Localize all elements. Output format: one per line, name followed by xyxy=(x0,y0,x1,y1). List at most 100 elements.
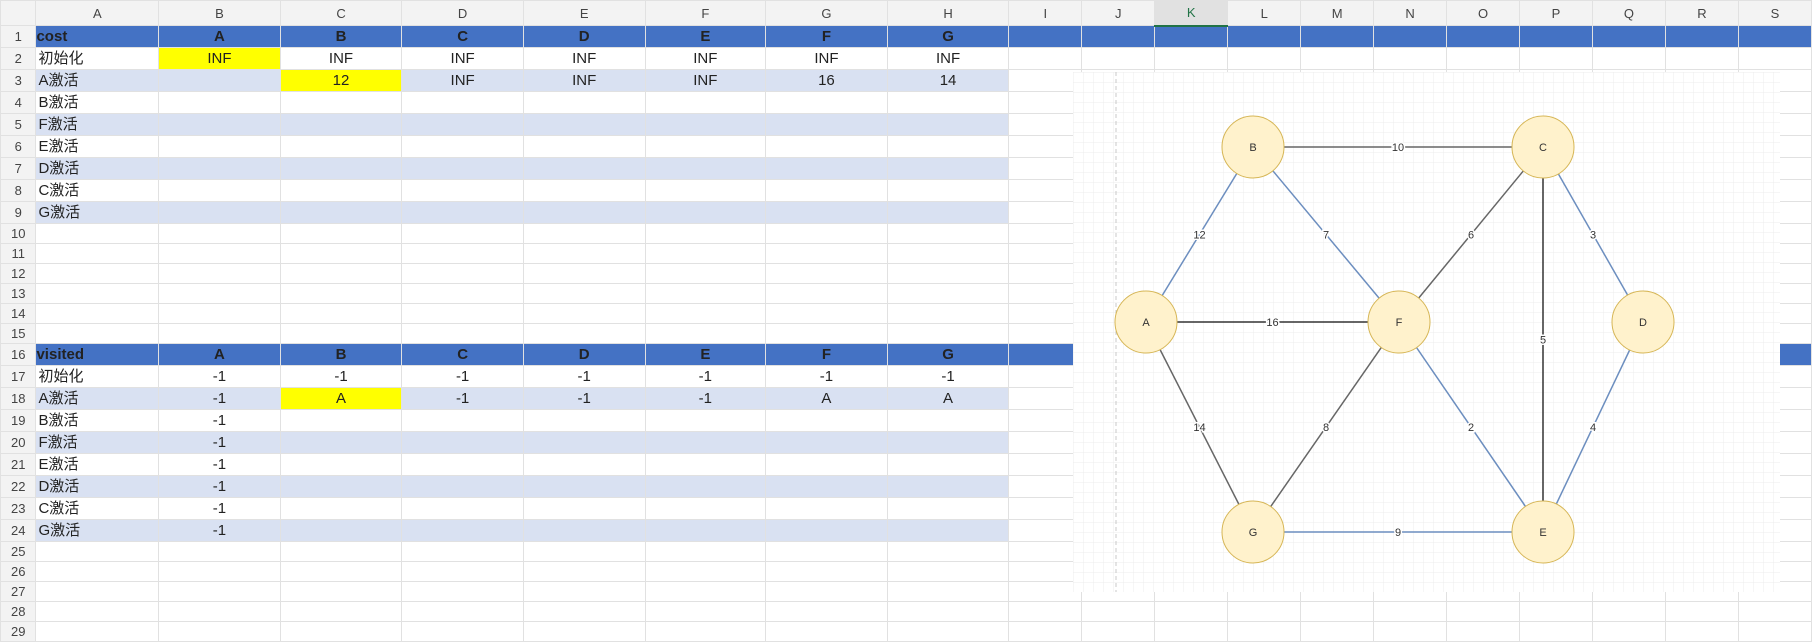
cell-b21[interactable]: -1 xyxy=(158,453,281,476)
cell-d16[interactable]: C xyxy=(401,343,524,366)
cell-e17[interactable]: -1 xyxy=(522,365,646,388)
graph-diagram[interactable]: 10 12 7 6 3 5 16 14 8 2 4 9 A B C D E F G xyxy=(1073,72,1780,592)
cell-a27[interactable] xyxy=(35,581,160,602)
cell-f14[interactable] xyxy=(644,303,767,324)
row-header[interactable]: 27 xyxy=(0,581,37,602)
cell-j1[interactable] xyxy=(1081,25,1156,48)
cell-d14[interactable] xyxy=(401,303,524,324)
cell-a5[interactable]: F激活 xyxy=(35,113,160,136)
cell-g27[interactable] xyxy=(765,581,888,602)
cell-b17[interactable]: -1 xyxy=(158,365,281,388)
column-header-b[interactable]: B xyxy=(158,0,281,26)
column-header-n[interactable]: N xyxy=(1373,0,1448,26)
cell-f12[interactable] xyxy=(644,263,767,284)
cell-h1[interactable]: G xyxy=(886,25,1010,48)
cell-c17[interactable]: -1 xyxy=(279,365,403,388)
cell-e23[interactable] xyxy=(522,497,646,520)
row-header[interactable]: 4 xyxy=(0,91,37,114)
cell-a17[interactable]: 初始化 xyxy=(35,365,160,388)
cell-c2[interactable]: INF xyxy=(279,47,403,70)
cell-b26[interactable] xyxy=(158,561,281,582)
cell-o2[interactable] xyxy=(1446,47,1521,70)
cell-h9[interactable] xyxy=(886,201,1010,224)
cell-f15[interactable] xyxy=(644,323,767,344)
cell-a29[interactable] xyxy=(35,621,160,642)
cell-g15[interactable] xyxy=(765,323,888,344)
cell-d17[interactable]: -1 xyxy=(401,365,524,388)
cell-e15[interactable] xyxy=(522,323,646,344)
cell-p29[interactable] xyxy=(1519,621,1593,642)
cell-a1[interactable]: cost xyxy=(35,25,160,48)
cell-d9[interactable] xyxy=(401,201,524,224)
cell-e6[interactable] xyxy=(522,135,646,158)
column-header-m[interactable]: M xyxy=(1300,0,1375,26)
cell-h3[interactable]: 14 xyxy=(886,69,1010,92)
row-header[interactable]: 10 xyxy=(0,223,37,244)
cell-h5[interactable] xyxy=(886,113,1010,136)
cell-g18[interactable]: A xyxy=(765,387,888,410)
row-header[interactable]: 29 xyxy=(0,621,37,642)
cell-g1[interactable]: F xyxy=(765,25,888,48)
cell-b19[interactable]: -1 xyxy=(158,409,281,432)
cell-f20[interactable] xyxy=(644,431,767,454)
cell-e25[interactable] xyxy=(522,541,646,562)
cell-h12[interactable] xyxy=(886,263,1010,284)
cell-a11[interactable] xyxy=(35,243,160,264)
cell-a12[interactable] xyxy=(35,263,160,284)
cell-c4[interactable] xyxy=(279,91,403,114)
cell-d29[interactable] xyxy=(401,621,524,642)
column-header-i[interactable]: I xyxy=(1008,0,1083,26)
cell-i21[interactable] xyxy=(1008,453,1083,476)
cell-c1[interactable]: B xyxy=(279,25,403,48)
cell-i27[interactable] xyxy=(1008,581,1083,602)
cell-j29[interactable] xyxy=(1081,621,1156,642)
cell-a20[interactable]: F激活 xyxy=(35,431,160,454)
cell-c25[interactable] xyxy=(279,541,403,562)
cell-f9[interactable] xyxy=(644,201,767,224)
cell-f7[interactable] xyxy=(644,157,767,180)
cell-g24[interactable] xyxy=(765,519,888,542)
cell-h19[interactable] xyxy=(886,409,1010,432)
cell-e24[interactable] xyxy=(522,519,646,542)
cell-m28[interactable] xyxy=(1300,601,1375,622)
cell-l28[interactable] xyxy=(1227,601,1302,622)
cell-g21[interactable] xyxy=(765,453,888,476)
cell-c24[interactable] xyxy=(279,519,403,542)
cell-i24[interactable] xyxy=(1008,519,1083,542)
cell-g2[interactable]: INF xyxy=(765,47,888,70)
cell-f24[interactable] xyxy=(644,519,767,542)
cell-c20[interactable] xyxy=(279,431,403,454)
cell-i11[interactable] xyxy=(1008,243,1083,264)
cell-e2[interactable]: INF xyxy=(522,47,646,70)
cell-p2[interactable] xyxy=(1519,47,1593,70)
cell-f21[interactable] xyxy=(644,453,767,476)
cell-e21[interactable] xyxy=(522,453,646,476)
cell-n2[interactable] xyxy=(1373,47,1448,70)
cell-c9[interactable] xyxy=(279,201,403,224)
cell-h25[interactable] xyxy=(886,541,1010,562)
row-header[interactable]: 14 xyxy=(0,303,37,324)
cell-i8[interactable] xyxy=(1008,179,1083,202)
cell-i18[interactable] xyxy=(1008,387,1083,410)
column-header-c[interactable]: C xyxy=(279,0,403,26)
cell-h2[interactable]: INF xyxy=(886,47,1010,70)
cell-h11[interactable] xyxy=(886,243,1010,264)
cell-b18[interactable]: -1 xyxy=(158,387,281,410)
cell-i4[interactable] xyxy=(1008,91,1083,114)
cell-e16[interactable]: D xyxy=(522,343,646,366)
cell-e5[interactable] xyxy=(522,113,646,136)
cell-i5[interactable] xyxy=(1008,113,1083,136)
cell-f16[interactable]: E xyxy=(644,343,767,366)
cell-f8[interactable] xyxy=(644,179,767,202)
cell-f26[interactable] xyxy=(644,561,767,582)
cell-f28[interactable] xyxy=(644,601,767,622)
cell-b8[interactable] xyxy=(158,179,281,202)
cell-a4[interactable]: B激活 xyxy=(35,91,160,114)
cell-o28[interactable] xyxy=(1446,601,1521,622)
cell-f22[interactable] xyxy=(644,475,767,498)
cell-f25[interactable] xyxy=(644,541,767,562)
cell-d25[interactable] xyxy=(401,541,524,562)
cell-i22[interactable] xyxy=(1008,475,1083,498)
cell-f2[interactable]: INF xyxy=(644,47,767,70)
cell-f29[interactable] xyxy=(644,621,767,642)
